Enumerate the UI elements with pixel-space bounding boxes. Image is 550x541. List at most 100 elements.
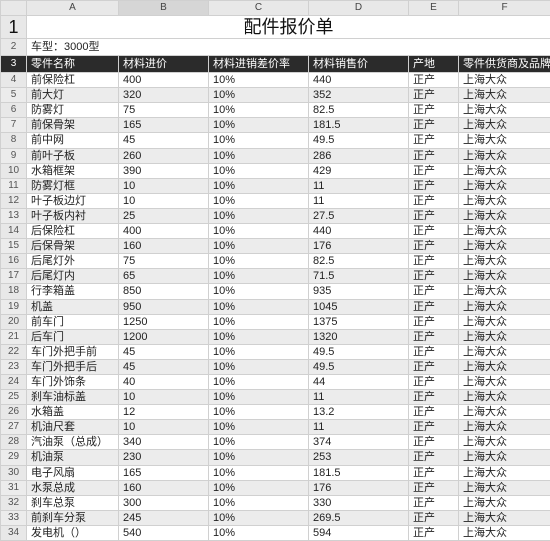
cell[interactable]: 上海大众 [459, 133, 550, 148]
row-header-4[interactable]: 4 [1, 73, 27, 88]
row-header-27[interactable]: 27 [1, 420, 27, 435]
cell[interactable]: 上海大众 [459, 118, 550, 133]
cell[interactable]: 正产 [409, 178, 459, 193]
cell[interactable]: 320 [119, 88, 209, 103]
cell[interactable]: 后尾灯外 [27, 254, 119, 269]
cell[interactable]: 上海大众 [459, 329, 550, 344]
row-header-31[interactable]: 31 [1, 480, 27, 495]
cell[interactable]: 前保险杠 [27, 73, 119, 88]
row-header-23[interactable]: 23 [1, 359, 27, 374]
cell[interactable]: 上海大众 [459, 224, 550, 239]
row-header-33[interactable]: 33 [1, 510, 27, 525]
cell[interactable]: 叶子板内衬 [27, 208, 119, 223]
cell[interactable]: 49.5 [309, 359, 409, 374]
cell[interactable]: 45 [119, 359, 209, 374]
table-row[interactable]: 31水泵总成16010%176正产上海大众 [1, 480, 550, 495]
col-header-C[interactable]: C [209, 1, 309, 16]
cell[interactable]: 正产 [409, 133, 459, 148]
cell[interactable]: 10% [209, 495, 309, 510]
cell[interactable]: 上海大众 [459, 465, 550, 480]
row-header-11[interactable]: 11 [1, 178, 27, 193]
table-row[interactable]: 12叶子板边灯1010%11正产上海大众 [1, 193, 550, 208]
cell[interactable]: 10% [209, 359, 309, 374]
cell[interactable]: 正产 [409, 329, 459, 344]
spreadsheet-grid[interactable]: ABCDEF1配件报价单2车型：3000型3零件名称材料进价材料进销差价率材料销… [0, 0, 550, 541]
cell[interactable]: 上海大众 [459, 314, 550, 329]
cell[interactable]: 上海大众 [459, 239, 550, 254]
cell[interactable]: 正产 [409, 359, 459, 374]
cell[interactable]: 正产 [409, 224, 459, 239]
cell[interactable]: 正产 [409, 374, 459, 389]
cell[interactable]: 1375 [309, 314, 409, 329]
cell[interactable]: 10% [209, 224, 309, 239]
table-row[interactable]: 24车门外饰条4010%44正产上海大众 [1, 374, 550, 389]
cell[interactable]: 正产 [409, 269, 459, 284]
cell[interactable]: 防雾灯 [27, 103, 119, 118]
cell[interactable]: 正产 [409, 193, 459, 208]
cell[interactable]: 45 [119, 344, 209, 359]
cell[interactable]: 10% [209, 450, 309, 465]
cell[interactable]: 10% [209, 390, 309, 405]
cell[interactable]: 10% [209, 163, 309, 178]
row-header-9[interactable]: 9 [1, 148, 27, 163]
cell[interactable]: 正产 [409, 208, 459, 223]
cell[interactable]: 正产 [409, 284, 459, 299]
table-row[interactable]: 34发电机（）54010%594正产上海大众 [1, 525, 550, 540]
cell[interactable]: 水箱框架 [27, 163, 119, 178]
cell[interactable]: 1250 [119, 314, 209, 329]
cell[interactable]: 正产 [409, 118, 459, 133]
cell[interactable]: 340 [119, 435, 209, 450]
cell[interactable]: 上海大众 [459, 390, 550, 405]
cell[interactable]: 防雾灯框 [27, 178, 119, 193]
cell[interactable]: 49.5 [309, 344, 409, 359]
cell[interactable]: 前车门 [27, 314, 119, 329]
cell[interactable]: 上海大众 [459, 299, 550, 314]
table-row[interactable]: 11防雾灯框1010%11正产上海大众 [1, 178, 550, 193]
cell[interactable]: 176 [309, 239, 409, 254]
cell[interactable]: 电子风扇 [27, 465, 119, 480]
cell[interactable]: 253 [309, 450, 409, 465]
table-row[interactable]: 18行李箱盖85010%935正产上海大众 [1, 284, 550, 299]
row-header-15[interactable]: 15 [1, 239, 27, 254]
cell[interactable]: 11 [309, 193, 409, 208]
cell[interactable]: 10% [209, 344, 309, 359]
cell[interactable]: 181.5 [309, 465, 409, 480]
row-header-3[interactable]: 3 [1, 56, 27, 73]
cell[interactable]: 10% [209, 193, 309, 208]
cell[interactable]: 950 [119, 299, 209, 314]
cell[interactable]: 10 [119, 390, 209, 405]
cell[interactable]: 正产 [409, 525, 459, 540]
cell[interactable]: 13.2 [309, 405, 409, 420]
cell[interactable]: 850 [119, 284, 209, 299]
row-header-1[interactable]: 1 [1, 16, 27, 39]
cell[interactable]: 正产 [409, 420, 459, 435]
row-header-18[interactable]: 18 [1, 284, 27, 299]
table-row[interactable]: 29机油泵23010%253正产上海大众 [1, 450, 550, 465]
row-header-5[interactable]: 5 [1, 88, 27, 103]
row-header-24[interactable]: 24 [1, 374, 27, 389]
cell[interactable]: 机油尺套 [27, 420, 119, 435]
cell[interactable]: 390 [119, 163, 209, 178]
cell[interactable]: 245 [119, 510, 209, 525]
cell[interactable]: 12 [119, 405, 209, 420]
row-header-16[interactable]: 16 [1, 254, 27, 269]
cell[interactable]: 上海大众 [459, 435, 550, 450]
cell[interactable]: 汽油泵（总成） [27, 435, 119, 450]
cell[interactable]: 71.5 [309, 269, 409, 284]
table-row[interactable]: 8前中网4510%49.5正产上海大众 [1, 133, 550, 148]
cell[interactable]: 正产 [409, 103, 459, 118]
cell[interactable]: 正产 [409, 450, 459, 465]
row-header-6[interactable]: 6 [1, 103, 27, 118]
cell[interactable]: 10% [209, 510, 309, 525]
cell[interactable]: 上海大众 [459, 148, 550, 163]
row-header-10[interactable]: 10 [1, 163, 27, 178]
cell[interactable]: 前保骨架 [27, 118, 119, 133]
cell[interactable]: 后尾灯内 [27, 269, 119, 284]
cell[interactable]: 230 [119, 450, 209, 465]
cell[interactable]: 上海大众 [459, 359, 550, 374]
cell[interactable]: 10% [209, 435, 309, 450]
cell[interactable]: 75 [119, 254, 209, 269]
cell[interactable]: 上海大众 [459, 374, 550, 389]
table-row[interactable]: 21后车门120010%1320正产上海大众 [1, 329, 550, 344]
cell[interactable]: 10% [209, 88, 309, 103]
